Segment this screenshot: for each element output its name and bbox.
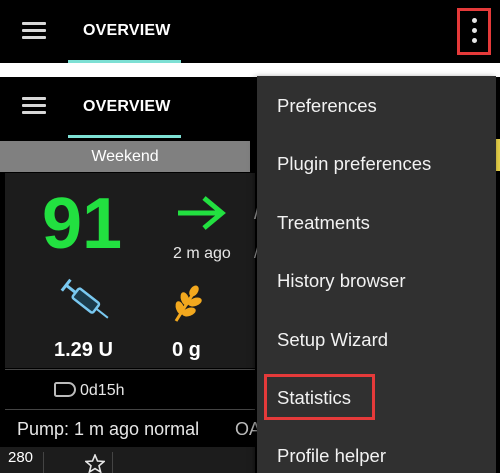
screenshot-divider <box>0 63 500 77</box>
statistics-highlight <box>264 374 375 420</box>
graph-axis-label: 280 <box>8 449 34 466</box>
syringe-icon[interactable] <box>58 278 114 326</box>
graph-area <box>0 447 255 473</box>
divider <box>112 452 113 473</box>
divider <box>5 409 255 410</box>
menu-item-profile-helper[interactable]: Profile helper <box>277 445 386 467</box>
cob-value: 0 g <box>172 339 201 361</box>
cannula-icon <box>54 382 76 397</box>
page-title: OVERVIEW <box>83 22 171 39</box>
hamburger-menu-icon[interactable] <box>22 97 46 115</box>
top-app-bar: OVERVIEW <box>0 0 500 63</box>
menu-item-history-browser[interactable]: History browser <box>277 270 406 292</box>
cannula-age: 0d15h <box>80 382 125 399</box>
divider <box>43 452 44 473</box>
bg-age: 2 m ago <box>173 245 231 262</box>
divider <box>5 369 255 370</box>
hamburger-menu-icon[interactable] <box>22 22 46 40</box>
pump-status: Pump: 1 m ago normal <box>17 419 200 439</box>
iob-value: 1.29 U <box>54 339 113 361</box>
more-options-icon[interactable] <box>457 8 491 55</box>
page-title: OVERVIEW <box>83 98 171 115</box>
bg-value[interactable]: 91 <box>42 188 122 260</box>
menu-item-preferences[interactable]: Preferences <box>277 95 377 117</box>
star-icon[interactable] <box>85 454 105 473</box>
menu-item-plugin-preferences[interactable]: Plugin preferences <box>277 153 431 175</box>
menu-item-setup-wizard[interactable]: Setup Wizard <box>277 329 388 351</box>
active-profile-label[interactable]: Weekend <box>0 141 250 172</box>
wheat-icon[interactable] <box>170 283 204 323</box>
tab-indicator <box>68 135 181 138</box>
menu-item-treatments[interactable]: Treatments <box>277 212 370 234</box>
trend-arrow-icon <box>178 196 226 230</box>
